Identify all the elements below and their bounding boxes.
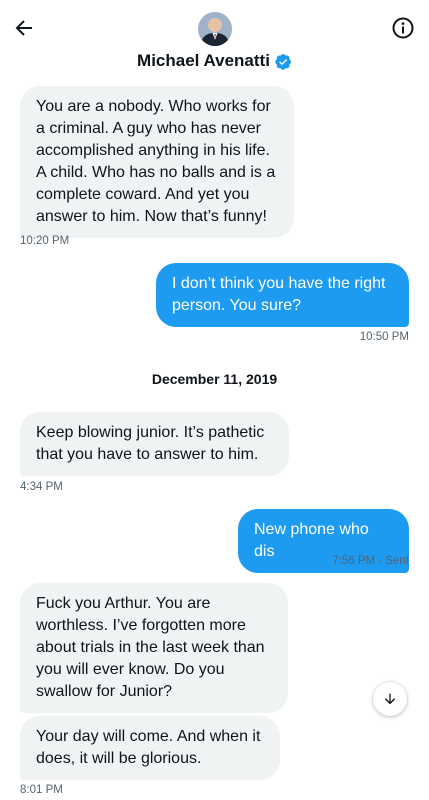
message-status: · Sent: [378, 555, 409, 567]
conversation-header: Michael Avenatti: [0, 0, 429, 80]
message-timestamp: 7:56 PM: [332, 555, 376, 567]
back-button[interactable]: [10, 14, 38, 42]
message-bubble-incoming[interactable]: Fuck you Arthur. You are worthless. I’ve…: [20, 583, 288, 713]
scroll-to-bottom-button[interactable]: [373, 682, 407, 716]
message-timestamp: 10:50 PM: [359, 331, 409, 343]
message-bubble-outgoing[interactable]: I don’t think you have the right person.…: [156, 263, 409, 327]
message-timestamp-row: 7:56 PM · Sent: [332, 555, 409, 567]
message-timestamp: 8:01 PM: [20, 784, 63, 796]
message-bubble-incoming[interactable]: Keep blowing junior. It’s pathetic that …: [20, 412, 289, 476]
message-timestamp: 10:20 PM: [20, 235, 70, 247]
arrow-down-icon: [384, 693, 396, 705]
message-timestamp: 4:34 PM: [20, 481, 63, 493]
info-circle-icon: [392, 17, 414, 39]
avatar[interactable]: [198, 12, 232, 46]
info-button[interactable]: [389, 14, 417, 42]
message-bubble-incoming[interactable]: Your day will come. And when it does, it…: [20, 716, 280, 780]
arrow-left-icon: [15, 20, 32, 36]
contact-name-row[interactable]: Michael Avenatti: [0, 51, 429, 71]
date-separator: December 11, 2019: [151, 371, 278, 387]
message-bubble-incoming[interactable]: You are a nobody. Who works for a crimin…: [20, 86, 294, 238]
contact-name: Michael Avenatti: [137, 51, 270, 70]
verified-badge-icon: [275, 53, 291, 70]
